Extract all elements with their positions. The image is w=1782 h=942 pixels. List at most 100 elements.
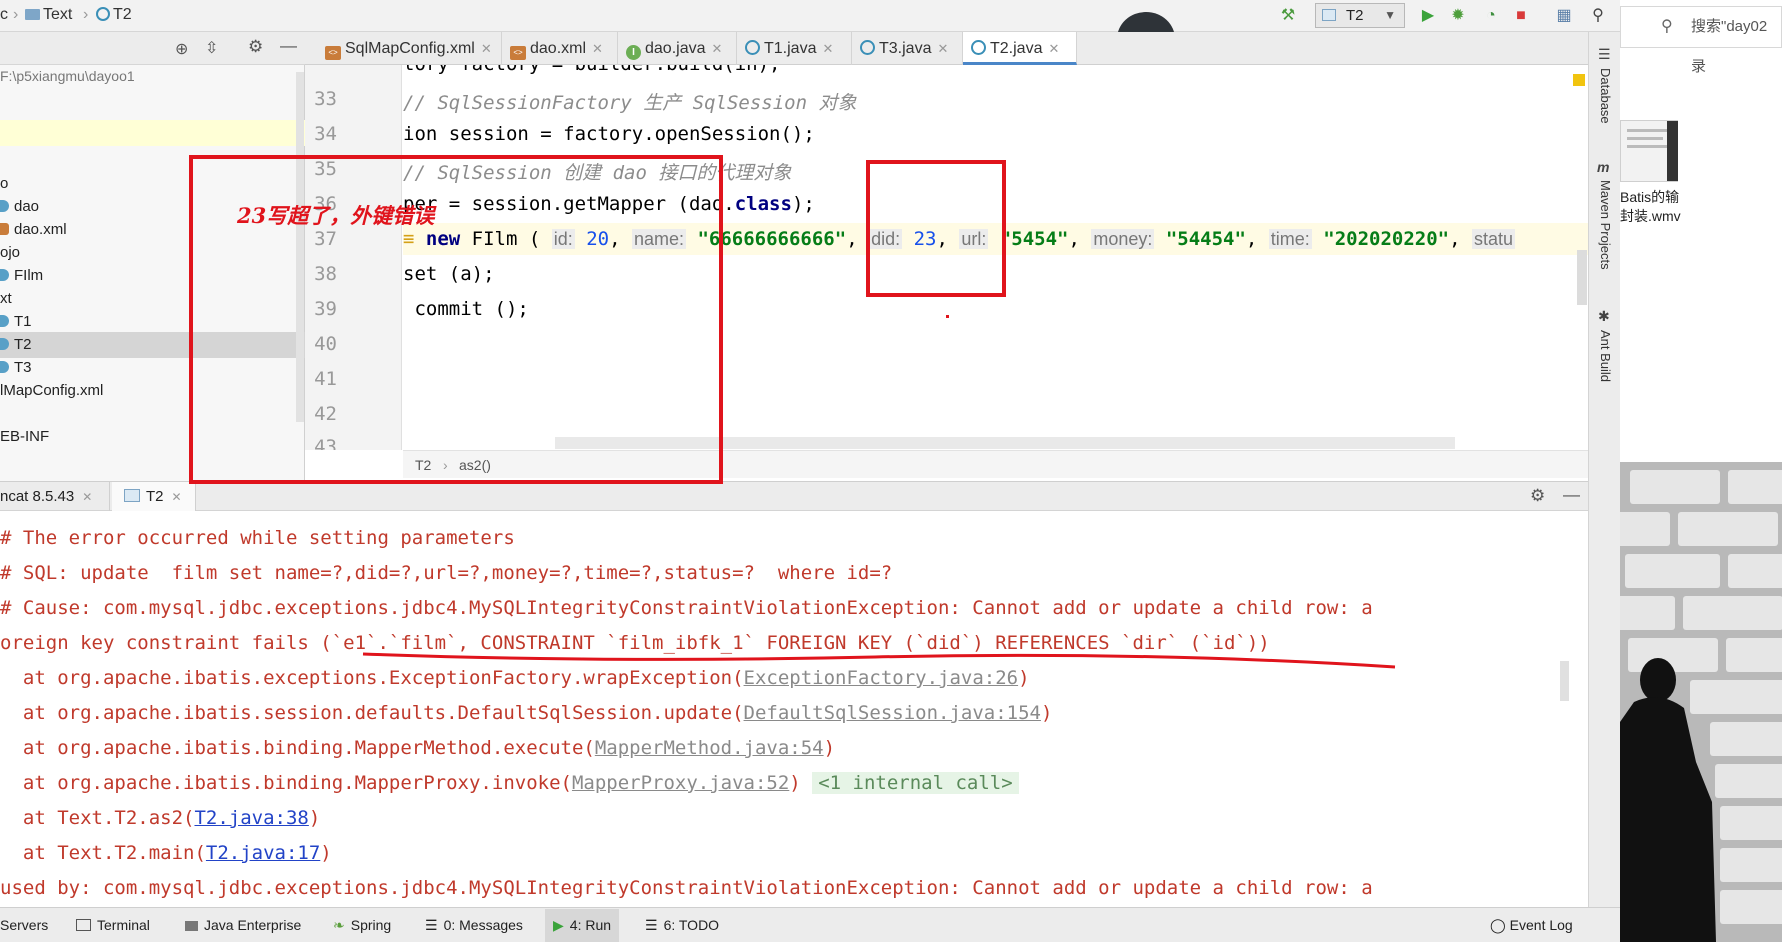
tool-terminal[interactable]: Terminal: [76, 917, 150, 933]
close-icon[interactable]: ✕: [822, 41, 833, 56]
tab-sqlmapconfig-xml[interactable]: <> SqlMapConfig.xml ✕: [317, 32, 502, 65]
tool-messages[interactable]: ☰ 0: Messages: [425, 917, 523, 934]
tree-row-highlight: [0, 120, 305, 146]
internal-call-fold[interactable]: <1 internal call>: [812, 772, 1019, 794]
tree-item-sqlmapconfig[interactable]: lMapConfig.xml: [0, 378, 103, 404]
video-thumbnail[interactable]: [1620, 120, 1678, 182]
run-panel-tabs: ncat 8.5.43 ✕ T2 ✕ ⚙ —: [0, 481, 1588, 511]
ant-icon: ✱: [1598, 308, 1610, 324]
stop-icon[interactable]: ■: [1511, 6, 1531, 26]
class-icon: [0, 315, 9, 327]
tab-t3-java[interactable]: T3.java ✕: [852, 32, 963, 65]
class-icon: [0, 338, 9, 350]
project-path: F:\p5xiangmu\dayoo1: [0, 68, 135, 84]
debug-icon[interactable]: ✹: [1448, 6, 1468, 26]
navigation-bar: c › Text › T2 ⚒ T2 ▼ ▶ ✹ ◔ ■ ▦ ⚲: [0, 0, 1620, 32]
class-icon: [745, 40, 760, 55]
todo-icon: ☰: [645, 917, 658, 933]
tab-dao-java[interactable]: Idao.java ✕: [618, 32, 737, 65]
class-icon: [96, 7, 110, 21]
thumb-line: [1627, 129, 1671, 132]
tab-run-t2[interactable]: T2 ✕: [112, 482, 196, 511]
build-hammer-icon[interactable]: ⚒: [1278, 6, 1298, 26]
desktop-wallpaper: [1620, 462, 1782, 942]
gear-icon[interactable]: ⚙: [248, 37, 263, 57]
tool-ant-build[interactable]: Ant Build: [1598, 330, 1613, 382]
close-icon[interactable]: ✕: [1048, 41, 1059, 56]
tool-event-log[interactable]: ◯ Event Log: [1490, 917, 1573, 934]
tab-t1-java[interactable]: T1.java ✕: [737, 32, 852, 65]
class-icon: [0, 269, 9, 281]
spring-leaf-icon: ❧: [333, 917, 345, 933]
run-icon[interactable]: ▶: [1418, 6, 1438, 26]
coverage-icon[interactable]: ◔: [1481, 6, 1501, 26]
tool-run[interactable]: ▶ 4: Run: [545, 909, 620, 942]
annotation-box-did: [866, 160, 1006, 297]
xml-file-icon: <>: [325, 46, 341, 60]
tool-maven-projects[interactable]: Maven Projects: [1598, 180, 1613, 270]
tool-java-enterprise[interactable]: Java Enterprise: [185, 917, 301, 933]
class-icon: [971, 40, 986, 55]
run-console[interactable]: # The error occurred while setting param…: [0, 511, 1570, 907]
minimize-icon[interactable]: —: [1563, 485, 1580, 505]
source-link[interactable]: T2.java:38: [194, 807, 308, 829]
class-icon: [860, 40, 875, 55]
thumb-line: [1627, 137, 1663, 140]
tab-t2-java[interactable]: T2.java ✕: [963, 32, 1077, 65]
close-icon[interactable]: ✕: [712, 41, 723, 56]
stack-frame: at Text.T2.as2(T2.java:38): [0, 807, 321, 829]
param-hint-time: time:: [1268, 229, 1312, 249]
project-structure-icon[interactable]: ▦: [1554, 6, 1574, 26]
line-number: 33: [314, 88, 337, 110]
thumb-line: [1627, 145, 1667, 148]
tree-item-web-inf[interactable]: EB-INF: [0, 424, 49, 450]
source-link[interactable]: MapperProxy.java:52: [572, 772, 789, 794]
breadcrumb-item[interactable]: c: [0, 6, 8, 24]
close-icon[interactable]: ✕: [592, 41, 603, 56]
source-link[interactable]: MapperMethod.java:54: [595, 737, 824, 759]
run-icon: ▶: [553, 917, 564, 933]
folder-icon: [25, 9, 40, 20]
config-icon: [124, 489, 140, 502]
source-link[interactable]: DefaultSqlSession.java:154: [744, 702, 1041, 724]
maven-icon: m: [1597, 159, 1610, 175]
run-config-select[interactable]: T2 ▼: [1315, 3, 1405, 28]
explorer-search-input[interactable]: ⚲ 搜索"day02录: [1620, 6, 1782, 75]
breadcrumb-separator: ›: [13, 6, 19, 23]
tool-spring[interactable]: ❧ Spring: [333, 917, 391, 934]
xml-file-icon: [0, 223, 9, 235]
param-hint-status: statu: [1472, 229, 1516, 249]
annotation-underline: [362, 652, 1396, 669]
tab-tomcat[interactable]: ncat 8.5.43 ✕: [0, 482, 110, 511]
class-icon: [0, 361, 9, 373]
minimize-icon[interactable]: —: [280, 36, 297, 56]
breadcrumb-item-t2[interactable]: T2: [96, 6, 132, 24]
close-icon[interactable]: ✕: [937, 41, 948, 56]
search-icon: ⚲: [1661, 18, 1673, 35]
video-file-label[interactable]: Batis的输 封装.wmv: [1620, 188, 1681, 226]
tool-database[interactable]: Database: [1598, 68, 1613, 124]
editor-scrollbar[interactable]: [1577, 250, 1587, 305]
terminal-icon: [76, 919, 91, 931]
breadcrumb-item-text[interactable]: Text: [25, 6, 72, 24]
console-scrollbar[interactable]: [1560, 661, 1569, 701]
chevron-down-icon: ▼: [1384, 8, 1396, 22]
locate-icon[interactable]: ⊕: [175, 39, 188, 59]
config-icon: [1322, 9, 1336, 21]
gear-icon[interactable]: ⚙: [1530, 486, 1545, 506]
source-link[interactable]: T2.java:17: [206, 842, 320, 864]
messages-icon: ☰: [425, 917, 438, 933]
stack-frame: at Text.T2.main(T2.java:17): [0, 842, 332, 864]
search-icon[interactable]: ⚲: [1588, 6, 1608, 26]
close-icon[interactable]: ✕: [172, 490, 182, 504]
collapse-icon[interactable]: ⇳: [205, 38, 218, 58]
console-line: used by: com.mysql.jdbc.exceptions.jdbc4…: [0, 877, 1373, 899]
stack-frame: at org.apache.ibatis.binding.MapperMetho…: [0, 737, 836, 759]
tab-dao-xml[interactable]: <> dao.xml ✕: [502, 32, 618, 65]
close-icon[interactable]: ✕: [82, 490, 92, 504]
tool-todo[interactable]: ☰ 6: TODO: [645, 917, 719, 934]
close-icon[interactable]: ✕: [481, 41, 492, 56]
warning-marker-icon[interactable]: [1573, 74, 1585, 86]
tool-servers[interactable]: Servers: [0, 917, 48, 933]
interface-icon: [0, 200, 9, 212]
